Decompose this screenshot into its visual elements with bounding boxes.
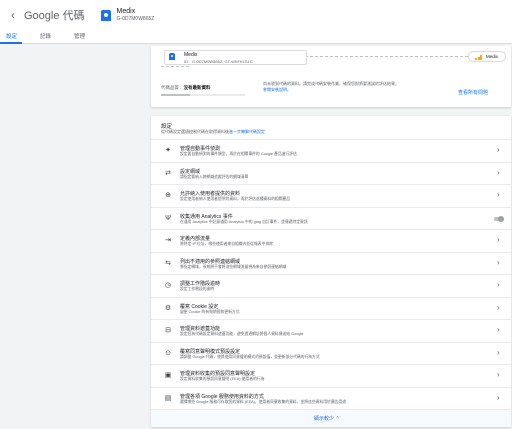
consent-icon: ⊙ xyxy=(165,349,171,357)
tag-quality: 代碼品質：沒有最新資料 xyxy=(161,85,211,91)
tab-bar: 設定 記錄 管理 xyxy=(0,30,512,44)
settings-card: 設定 從代碼設定選項控制代碼在取得資料後進一步瞭解代碼設定 ✦ 管理自動事件偵測設… xyxy=(151,116,511,427)
settings-row-title: 管理資料收集的預設同意聲明設定 xyxy=(180,371,256,377)
settings-row[interactable]: ⊟ 管理資料遮蓋功能 設定您為代碼設定資料遮蓋功能，避免透過網址將個人資料傳送給 G… xyxy=(151,319,511,342)
settings-row-description: 設定使用者納入使用者提供的資料，再於評估這種資料的相關產品 xyxy=(180,197,291,201)
settings-row-title: 覆寫同意聲明模式預設設定 xyxy=(180,348,241,355)
tag-quality-message: 尚未收到代碼的資料。請完成代碼安裝作業，確保您即將要測試的評估結果。 參閱安裝說… xyxy=(263,81,403,94)
services-data-icon: ▤ xyxy=(164,394,172,402)
settings-row-description: 變更 Cookie 的有效期限和更新方式 xyxy=(180,309,240,314)
account-selector[interactable]: Medix G-0D7M0W865Z xyxy=(117,8,155,22)
site-ids: ID：G-0D7M0W865Z, GT-WKFKLSLC xyxy=(184,59,253,64)
settings-row-description: 在通用 Analytics 中記錄通用 Analytics 中的 gtag 自訂… xyxy=(180,219,308,224)
google-tag-icon xyxy=(169,53,175,60)
google-tag-icon xyxy=(100,9,111,21)
connection-line-left xyxy=(161,66,189,67)
settings-row-title: 管理自動事件偵測 xyxy=(180,146,221,152)
settings-row-title: 管理資料遮蓋功能 xyxy=(180,326,221,332)
top-bar: ‹ Google 代碼 Medix G-0D7M0W865Z xyxy=(0,0,512,30)
settings-description-text: 從代碼設定選項控制代碼在取得資料後 xyxy=(161,129,229,134)
tag-summary-card: Medix ID：G-0D7M0W865Z, GT-WKFKLSLC Medix… xyxy=(151,46,511,107)
tag-quality-bar xyxy=(161,94,245,96)
settings-row-title: 收集通用 Analytics 事件 xyxy=(180,213,233,220)
chevron-right-icon[interactable]: › xyxy=(497,191,500,199)
settings-row-description: 設定工作階段的逾時 xyxy=(180,287,215,291)
settings-row-description: 將指定網域，系統將不會將這些網域流量視為來自參照連結網域 xyxy=(180,264,287,269)
settings-row[interactable]: ⇥ 定義內部流量 將特定 IP 位址，哪些使用者來自組織內並從報表中排除 › xyxy=(151,229,511,252)
settings-row-description: 將特定 IP 位址，哪些使用者來自組織內並從報表中排除 xyxy=(180,242,273,246)
settings-footer: 顯示較少 ⌃ xyxy=(151,409,511,427)
show-less-button[interactable]: 顯示較少 ⌃ xyxy=(314,415,340,422)
tag-quality-text: 尚未收到代碼的資料。請完成代碼安裝作業，確保您即將要測試的評估結果。 xyxy=(263,81,399,86)
site-name: Medix xyxy=(184,52,198,58)
account-id: G-0D7M0W865Z xyxy=(116,16,155,22)
chevron-right-icon[interactable]: › xyxy=(497,348,500,357)
settings-row-description: 選擇哪些 Google 服務可存取您的資料 (EEA)，使用者同意收集的資料，並… xyxy=(180,399,347,404)
analytics-icon xyxy=(475,55,482,60)
data-redaction-icon: ⊟ xyxy=(165,327,171,334)
tag-quality-fill xyxy=(161,94,191,96)
chevron-right-icon[interactable]: › xyxy=(497,281,500,289)
settings-row-title: 定義內部流量 xyxy=(180,236,211,242)
user-provided-icon: ▣ xyxy=(164,372,172,379)
tab-admin[interactable]: 管理 xyxy=(74,32,85,40)
account-name: Medix xyxy=(116,8,136,15)
app-title: Google 代碼 xyxy=(24,10,85,22)
settings-row-description: 請指定要納入跨網域追蹤評估的網域清單 xyxy=(180,174,249,179)
learn-more-link[interactable]: 進一步瞭解代碼設定 xyxy=(229,129,265,134)
cookie-icon: ⚙ xyxy=(164,304,172,312)
settings-row[interactable]: ◷ 調整工作階段逾時 設定工作階段的逾時 › xyxy=(151,274,511,297)
settings-row[interactable]: ⇆ 列出不適用的參照連結網域 將指定網域，系統將不會將這些網域流量視為來自參照連結網… xyxy=(151,251,511,275)
settings-row-title: 調整工作階段逾時 xyxy=(180,281,221,287)
tag-quality-value: 沒有最新資料 xyxy=(183,85,211,90)
chevron-right-icon[interactable]: › xyxy=(497,371,500,379)
settings-row-description: 設定您為代碼設定資料遮蓋功能，避免透過網址將個人資料傳送給 Google xyxy=(180,332,304,336)
settings-row-description: 請調整 Google 代碼，使其使用同意聲明模式的預設值，並更新部分代碼的行為方… xyxy=(180,354,320,359)
referral-icon: ⇆ xyxy=(165,259,171,267)
settings-row-description: 設定要自動偵測的事件類型，再於在相關事件的 Google 產品進行評估 xyxy=(180,152,297,156)
settings-description: 從代碼設定選項控制代碼在取得資料後進一步瞭解代碼設定 xyxy=(161,129,265,135)
chevron-right-icon[interactable]: › xyxy=(497,393,500,402)
chevron-right-icon[interactable]: › xyxy=(497,303,500,312)
view-all-issues-link[interactable]: 查看所有問題 xyxy=(458,89,488,96)
install-instructions-link[interactable]: 參閱安裝說明。 xyxy=(263,87,291,92)
chevron-right-icon[interactable]: › xyxy=(497,168,500,177)
chevron-right-icon[interactable]: › xyxy=(497,236,500,244)
settings-row-title: 列出不適用的參照連結網域 xyxy=(180,258,241,265)
settings-row[interactable]: Ψ 收集通用 Analytics 事件 在通用 Analytics 中記錄通用 An… xyxy=(151,206,511,230)
internal-traffic-icon: ⇥ xyxy=(165,237,171,244)
user-data-icon: ⊕ xyxy=(165,192,171,199)
settings-row[interactable]: ▣ 管理資料收集的預設同意聲明設定 設定資料收集的預設同意聲明 (EEA) 使用者的… xyxy=(151,364,511,387)
back-arrow-icon[interactable]: ‹ xyxy=(4,8,22,22)
settings-row-description: 設定資料收集的預設同意聲明 (EEA) 使用者的行為 xyxy=(180,377,265,381)
settings-row[interactable]: ⊕ 允許納入使用者提供的資料 設定使用者納入使用者提供的資料，再於評估這種資料的相關… xyxy=(151,184,511,207)
chevron-right-icon[interactable]: › xyxy=(497,146,500,154)
auto-event-icon: ✦ xyxy=(165,147,171,154)
chevron-right-icon[interactable]: › xyxy=(497,258,500,267)
destination-chip[interactable]: Medix xyxy=(468,51,506,62)
tab-history[interactable]: 記錄 xyxy=(40,32,51,40)
settings-row-title: 覆寫 Cookie 設定 xyxy=(180,303,219,310)
tab-settings[interactable]: 設定 xyxy=(6,32,17,40)
settings-row-title: 允許納入使用者提供的資料 xyxy=(180,191,241,197)
settings-row-title: 設定網域 xyxy=(180,168,201,175)
settings-row[interactable]: ▤ 管理各項 Google 服務使用資料的方式 選擇哪些 Google 服務可存取您… xyxy=(151,386,511,410)
active-tab-indicator xyxy=(0,42,22,44)
settings-row[interactable]: ⊙ 覆寫同意聲明模式預設設定 請調整 Google 代碼，使其使用同意聲明模式的預設… xyxy=(151,341,511,365)
settings-row[interactable]: ⇄ 設定網域 請指定要納入跨網域追蹤評估的網域清單 › xyxy=(151,161,511,185)
domain-icon: ⇄ xyxy=(165,169,171,177)
site-chip[interactable]: Medix ID：G-0D7M0W865Z, GT-WKFKLSLC xyxy=(164,50,307,65)
analytics-event-icon: Ψ xyxy=(165,214,171,222)
destination-label: Medix xyxy=(486,54,499,59)
session-timeout-icon: ◷ xyxy=(164,282,172,289)
settings-row-title: 管理各項 Google 服務使用資料的方式 xyxy=(180,393,264,400)
tag-quality-label: 代碼品質： xyxy=(161,85,184,90)
settings-row[interactable]: ✦ 管理自動事件偵測 設定要自動偵測的事件類型，再於在相關事件的 Google 產品… xyxy=(151,139,511,162)
collect-events-toggle[interactable] xyxy=(494,215,504,222)
settings-row[interactable]: ⚙ 覆寫 Cookie 設定 變更 Cookie 的有效期限和更新方式 › xyxy=(151,296,511,320)
chevron-right-icon[interactable]: › xyxy=(497,326,500,334)
